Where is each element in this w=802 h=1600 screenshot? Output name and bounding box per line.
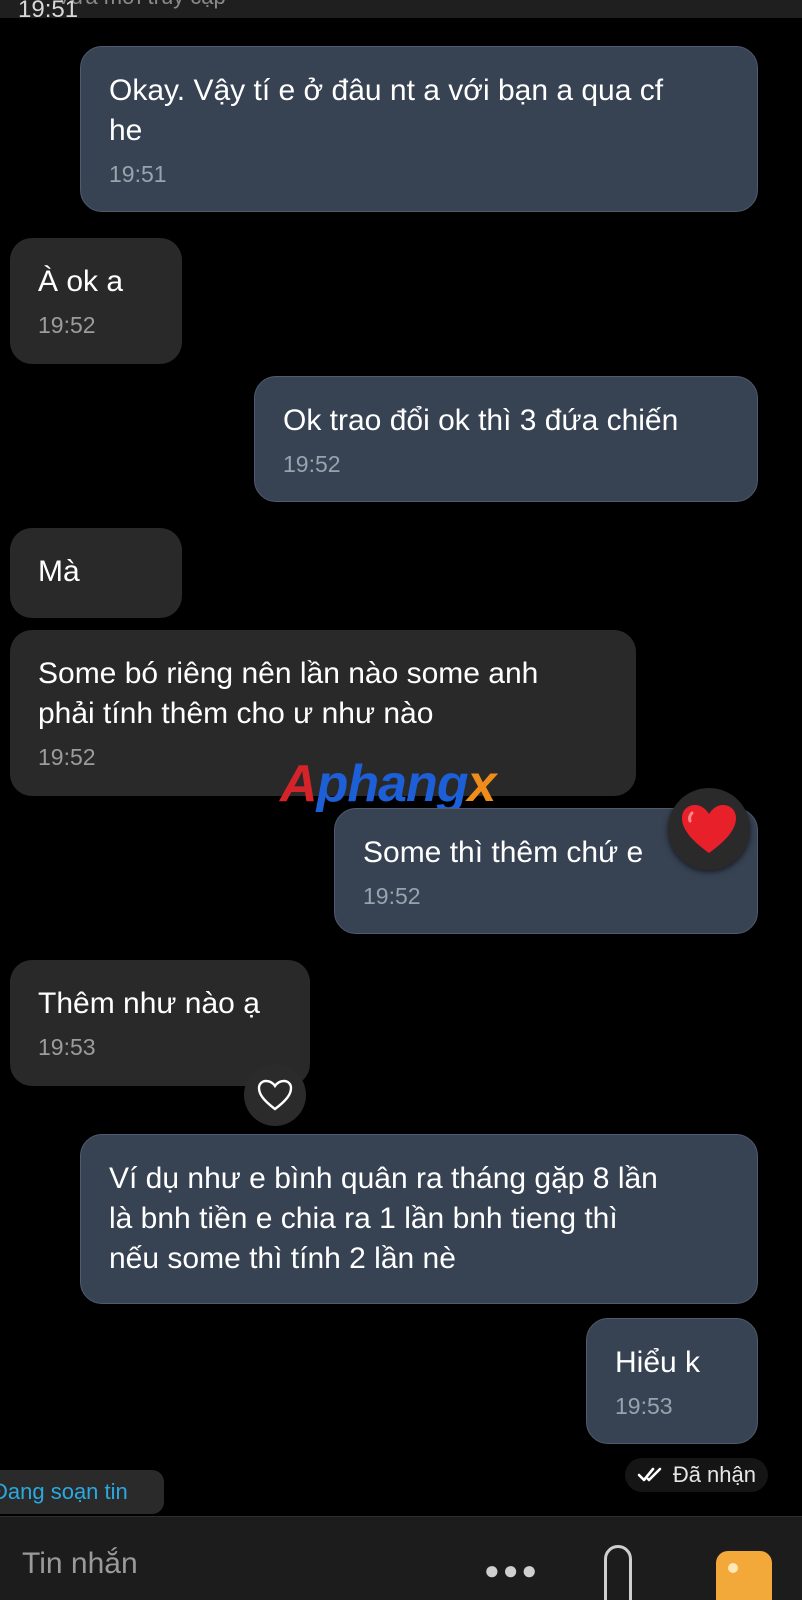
message-text: À ok a xyxy=(38,265,124,298)
message-text: Okay. Vậy tí e ở đâu nt a với bạn a qua … xyxy=(109,74,664,147)
sticker-icon[interactable]: ●●● xyxy=(484,1555,540,1586)
message-time: 19:52 xyxy=(38,312,96,338)
message-time: 19:53 xyxy=(38,1034,96,1060)
message-input[interactable]: Tin nhắn xyxy=(22,1547,138,1581)
message-bubble-outgoing[interactable]: Okay. Vậy tí e ở đâu nt a với bạn a qua … xyxy=(80,46,758,212)
delivery-status: Đã nhận xyxy=(624,1458,768,1492)
typing-label: Đang soạn tin xyxy=(0,1479,128,1504)
typing-indicator: Đang soạn tin xyxy=(0,1470,164,1514)
access-status: Vừa mới truy cập xyxy=(56,0,226,10)
double-check-icon xyxy=(637,1467,662,1482)
message-bubble-outgoing[interactable]: Ví dụ như e bình quân ra tháng gặp 8 lần… xyxy=(80,1134,758,1304)
message-text: Ok trao đổi ok thì 3 đứa chiến xyxy=(283,404,679,437)
previous-message-time: 19:51 xyxy=(18,0,79,18)
top-strip: Vừa mới truy cập 19:51 xyxy=(0,0,802,18)
message-bubble-incoming[interactable]: Mà xyxy=(10,528,182,618)
attachment-icon[interactable] xyxy=(604,1545,632,1600)
message-bubble-outgoing[interactable]: Hiểu k 19:53 xyxy=(586,1318,758,1444)
message-text: Thêm như nào ạ xyxy=(38,987,260,1020)
message-time: 19:52 xyxy=(283,451,341,477)
message-time: 19:53 xyxy=(615,1393,673,1419)
message-composer: Tin nhắn ●●● xyxy=(0,1516,802,1600)
red-heart-icon xyxy=(682,805,736,853)
watermark-logo: Aphangx xyxy=(280,754,497,814)
heart-reaction-button[interactable] xyxy=(244,1064,306,1126)
message-time: 19:52 xyxy=(363,883,421,909)
message-bubble-incoming[interactable]: À ok a 19:52 xyxy=(10,238,182,364)
message-text: Ví dụ như e bình quân ra tháng gặp 8 lần… xyxy=(109,1162,658,1275)
watermark-letter-a: A xyxy=(280,755,318,813)
message-text: Hiểu k xyxy=(615,1346,701,1379)
message-bubble-outgoing[interactable]: Ok trao đổi ok thì 3 đứa chiến 19:52 xyxy=(254,376,758,502)
image-picker-icon[interactable] xyxy=(716,1551,772,1600)
watermark-main: phang xyxy=(316,755,469,813)
delivery-status-label: Đã nhận xyxy=(672,1462,756,1487)
heart-outline-icon xyxy=(257,1079,293,1111)
message-text: Some bó riêng nên lần nào some anh phải … xyxy=(38,657,539,730)
red-heart-reaction[interactable] xyxy=(668,788,750,870)
message-time: 19:51 xyxy=(109,161,167,187)
watermark-letter-x: x xyxy=(467,755,497,813)
message-text: Mà xyxy=(38,555,80,588)
